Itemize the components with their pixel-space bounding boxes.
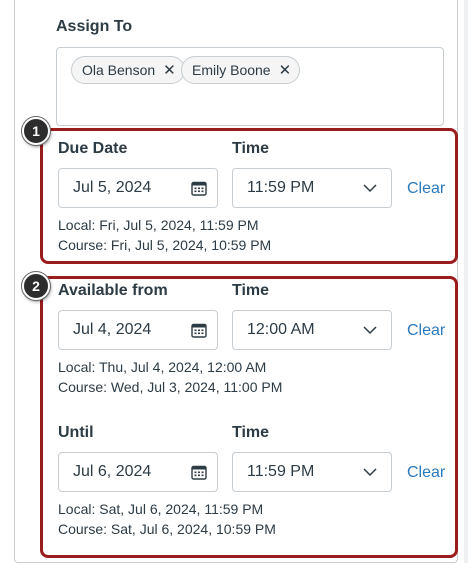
available-from-course-time: Course: Wed, Jul 3, 2024, 11:00 PM [58, 379, 283, 395]
due-course-time: Course: Fri, Jul 5, 2024, 10:59 PM [58, 237, 272, 253]
available-from-date-value: Jul 4, 2024 [73, 321, 152, 338]
due-time-value: 11:59 PM [247, 179, 315, 196]
due-local-time: Local: Fri, Jul 5, 2024, 11:59 PM [58, 217, 259, 233]
due-clear-button[interactable]: Clear [407, 180, 445, 198]
until-date-input[interactable]: Jul 6, 2024 [58, 452, 218, 492]
assignee-chip-label: Emily Boone [192, 62, 271, 78]
close-icon[interactable]: ✕ [279, 63, 292, 78]
assignee-chip[interactable]: Emily Boone ✕ [181, 56, 301, 84]
until-clear-button[interactable]: Clear [407, 464, 445, 482]
available-from-clear-button[interactable]: Clear [407, 322, 445, 340]
available-from-label: Available from [58, 282, 168, 299]
callout-badge-2: 2 [22, 272, 50, 300]
due-date-value: Jul 5, 2024 [73, 179, 152, 196]
assignee-chip[interactable]: Ola Benson ✕ [71, 56, 185, 84]
assign-to-input[interactable]: Ola Benson ✕ Emily Boone ✕ [56, 47, 444, 126]
assign-to-label: Assign To [56, 18, 133, 35]
chevron-down-icon [363, 326, 377, 335]
calendar-icon[interactable] [191, 464, 207, 480]
until-time-label: Time [232, 424, 270, 441]
chevron-down-icon [363, 184, 377, 193]
chevron-down-icon [363, 468, 377, 477]
until-course-time: Course: Sat, Jul 6, 2024, 10:59 PM [58, 521, 276, 537]
assignee-chip-label: Ola Benson [82, 62, 156, 78]
until-label: Until [58, 424, 94, 441]
calendar-icon[interactable] [191, 322, 207, 338]
due-date-input[interactable]: Jul 5, 2024 [58, 168, 218, 208]
callout-badge-1: 1 [22, 117, 50, 145]
until-time-select[interactable]: 11:59 PM [232, 452, 392, 492]
available-time-label: Time [232, 282, 270, 299]
due-time-label: Time [232, 140, 270, 157]
until-date-value: Jul 6, 2024 [73, 463, 152, 480]
scrollbar[interactable] [464, 0, 468, 563]
available-from-local-time: Local: Thu, Jul 4, 2024, 12:00 AM [58, 359, 267, 375]
until-local-time: Local: Sat, Jul 6, 2024, 11:59 PM [58, 501, 264, 517]
until-time-value: 11:59 PM [247, 463, 315, 480]
available-from-time-value: 12:00 AM [247, 321, 315, 338]
close-icon[interactable]: ✕ [163, 63, 176, 78]
calendar-icon[interactable] [191, 180, 207, 196]
due-time-select[interactable]: 11:59 PM [232, 168, 392, 208]
available-from-date-input[interactable]: Jul 4, 2024 [58, 310, 218, 350]
due-date-label: Due Date [58, 140, 128, 157]
available-from-time-select[interactable]: 12:00 AM [232, 310, 392, 350]
